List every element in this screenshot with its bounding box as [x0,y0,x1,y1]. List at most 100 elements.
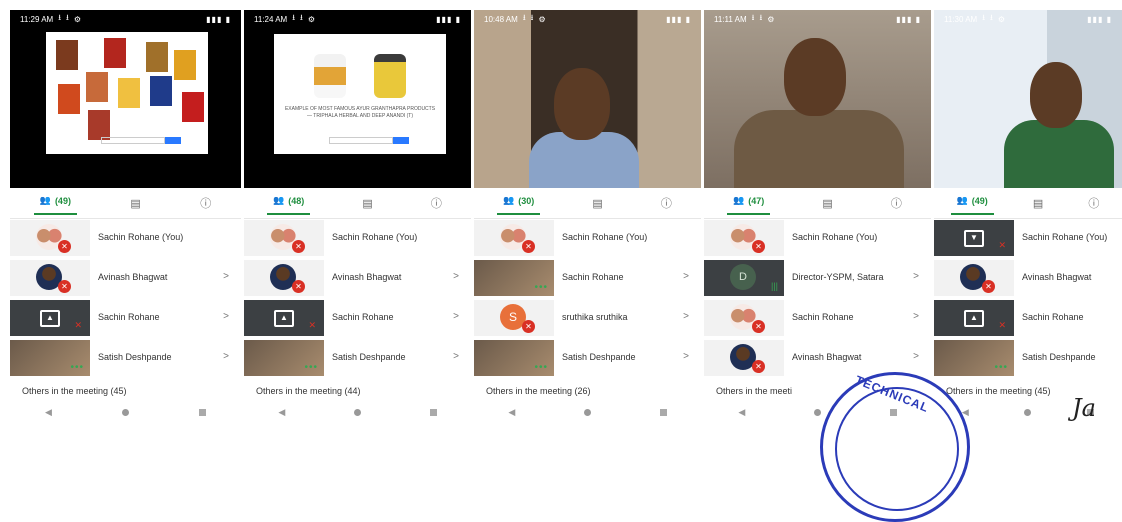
download-icon: ⭳ [522,13,526,22]
chat-icon[interactable]: ▤ [822,197,832,210]
others-in-meeting[interactable]: Others in the meeting (44) [256,386,361,396]
chat-icon[interactable]: ▤ [130,197,140,210]
info-icon[interactable]: ⓘ [661,195,672,211]
screenshot-collage: 11:29 AM ⭳ ⭳ ⚙ ▮▮▮ ▮ 👥 (49) ▤ ⓘ ✕ Sachin Rohane (Y… [10,10,1122,424]
tab-people[interactable]: 👥 (49) [33,195,78,215]
tab-people[interactable]: 👥 (48) [267,195,311,215]
back-icon[interactable]: ◀ [45,407,52,418]
participant-row[interactable]: ••• Satish Deshpande > [474,338,701,378]
status-left: 11:24 AM ⭳ ⭳ ⚙ [254,12,315,26]
info-icon[interactable]: ⓘ [1088,195,1099,211]
speaker-face [784,38,846,116]
download-icon: ⭳ [759,13,763,22]
status-time: 11:24 AM [254,14,288,24]
participant-row[interactable]: D ||| Director-YSPM, Satara > [704,258,931,298]
others-in-meeting[interactable]: Others in the meeting (45) [946,386,1051,396]
recents-icon[interactable] [429,408,437,416]
chevron-right-icon[interactable]: > [453,311,459,322]
signal-battery-icon: ▮▮▮ ▮ [666,14,691,24]
mic-off-icon: ✕ [58,280,71,293]
chevron-right-icon[interactable]: > [683,351,689,362]
status-left: 11:29 AM ⭳ ⭳ ⚙ [20,12,81,26]
back-icon[interactable]: ◀ [738,407,745,418]
participant-name: Avinash Bhagwat [98,272,168,282]
tab-people[interactable]: 👥 (30) [497,195,541,215]
chevron-right-icon[interactable]: > [913,271,919,282]
participant-tile: ✕ [10,260,90,296]
participant-list: ✕ Sachin Rohane (You) ••• Sachin Rohane > S ✕ s… [474,218,701,378]
participant-row[interactable]: ▲ ✕ Sachin Rohane > [10,298,241,338]
chevron-right-icon[interactable]: > [223,271,229,282]
home-icon[interactable] [813,408,821,416]
participant-tile: ▲ ✕ [244,300,324,336]
chevron-right-icon[interactable]: > [683,271,689,282]
video-area: 11:11 AM ⭳ ⭳ ⚙ ▮▮▮ ▮ [704,10,931,188]
chat-icon[interactable]: ▤ [592,197,602,210]
chevron-right-icon[interactable]: > [223,311,229,322]
participant-row[interactable]: ✕ Avinash Bhagwat > [244,258,471,298]
meeting-tabs: 👥 (30) ▤ ⓘ [474,188,701,219]
home-icon[interactable] [121,408,129,416]
speaker-shirt [529,132,639,188]
others-in-meeting[interactable]: Others in the meeting (26) [486,386,591,396]
participant-row[interactable]: ▲ ✕ Sachin Rohane > [244,298,471,338]
participant-list: ▼ ✕ Sachin Rohane (You) ✕ Avinash Bhagwat ▲ ✕ S… [934,218,1122,378]
people-count: (49) [54,195,71,206]
participant-row[interactable]: ••• Satish Deshpande [934,338,1122,378]
chevron-right-icon[interactable]: > [913,311,919,322]
participant-row[interactable]: ✕ Avinash Bhagwat > [10,258,241,298]
info-icon[interactable]: ⓘ [891,195,902,211]
download-icon: ⭳ [751,13,755,22]
chevron-right-icon[interactable]: > [223,351,229,362]
participant-row[interactable]: S ✕ sruthika sruthika > [474,298,701,338]
home-icon[interactable] [1024,408,1032,416]
book-cover [56,40,78,70]
chat-icon[interactable]: ▤ [1033,197,1043,210]
mic-off-icon: ✕ [292,240,305,253]
meet-screenshot-panel: 11:24 AM ⭳ ⭳ ⚙ ▮▮▮ ▮ EXAMPLE OF MOST FAMOUS A… [244,10,474,424]
settings-icon: ⚙ [767,14,775,24]
tab-people[interactable]: 👥 (49) [950,195,995,215]
participant-row[interactable]: ▼ ✕ Sachin Rohane (You) [934,218,1122,258]
info-icon[interactable]: ⓘ [431,195,442,211]
participant-row[interactable]: ••• Satish Deshpande > [244,338,471,378]
participant-row[interactable]: ••• Sachin Rohane > [474,258,701,298]
slide-search-button [165,137,181,144]
chevron-right-icon[interactable]: > [453,271,459,282]
tab-people[interactable]: 👥 (47) [727,195,771,215]
home-icon[interactable] [353,408,361,416]
participant-row[interactable]: ✕ Avinash Bhagwat [934,258,1122,298]
participant-row[interactable]: ✕ Sachin Rohane (You) [244,218,471,258]
participant-tile: S ✕ [474,300,554,336]
settings-icon: ⚙ [538,14,546,24]
status-bar: 10:48 AM ⭳ ⭳ ⚙ ▮▮▮ ▮ [474,10,701,28]
participant-row[interactable]: ✕ Sachin Rohane (You) [10,218,241,258]
meeting-tabs: 👥 (49) ▤ ⓘ [934,188,1122,219]
participant-list: ✕ Sachin Rohane (You) D ||| Director-YSPM, S… [704,218,931,378]
others-in-meeting[interactable]: Others in the meeting (45) [22,386,127,396]
chat-icon[interactable]: ▤ [362,197,372,210]
status-time: 10:48 AM [484,14,518,24]
speaker-face [554,68,610,140]
back-icon[interactable]: ◀ [508,407,515,418]
back-icon[interactable]: ◀ [278,407,285,418]
video-area: 11:29 AM ⭳ ⭳ ⚙ ▮▮▮ ▮ [10,10,241,188]
home-icon[interactable] [583,408,591,416]
speaker-shirt [1004,120,1114,188]
participant-row[interactable]: ✕ Sachin Rohane > [704,298,931,338]
participant-tile: ✕ [704,340,784,376]
others-in-meeting[interactable]: Others in the meeti [716,386,792,396]
book-cover [146,42,168,72]
chevron-right-icon[interactable]: > [453,351,459,362]
chevron-right-icon[interactable]: > [913,351,919,362]
chevron-right-icon[interactable]: > [683,311,689,322]
participant-list: ✕ Sachin Rohane (You) ✕ Avinash Bhagwat > ▲ ✕ S… [10,218,241,378]
participant-row[interactable]: ▲ ✕ Sachin Rohane [934,298,1122,338]
recents-icon[interactable] [198,408,206,416]
participant-row[interactable]: ✕ Sachin Rohane (You) [474,218,701,258]
recents-icon[interactable] [659,408,667,416]
participant-name: Avinash Bhagwat [332,272,402,282]
info-icon[interactable]: ⓘ [200,195,211,211]
participant-row[interactable]: ••• Satish Deshpande > [10,338,241,378]
participant-row[interactable]: ✕ Sachin Rohane (You) [704,218,931,258]
